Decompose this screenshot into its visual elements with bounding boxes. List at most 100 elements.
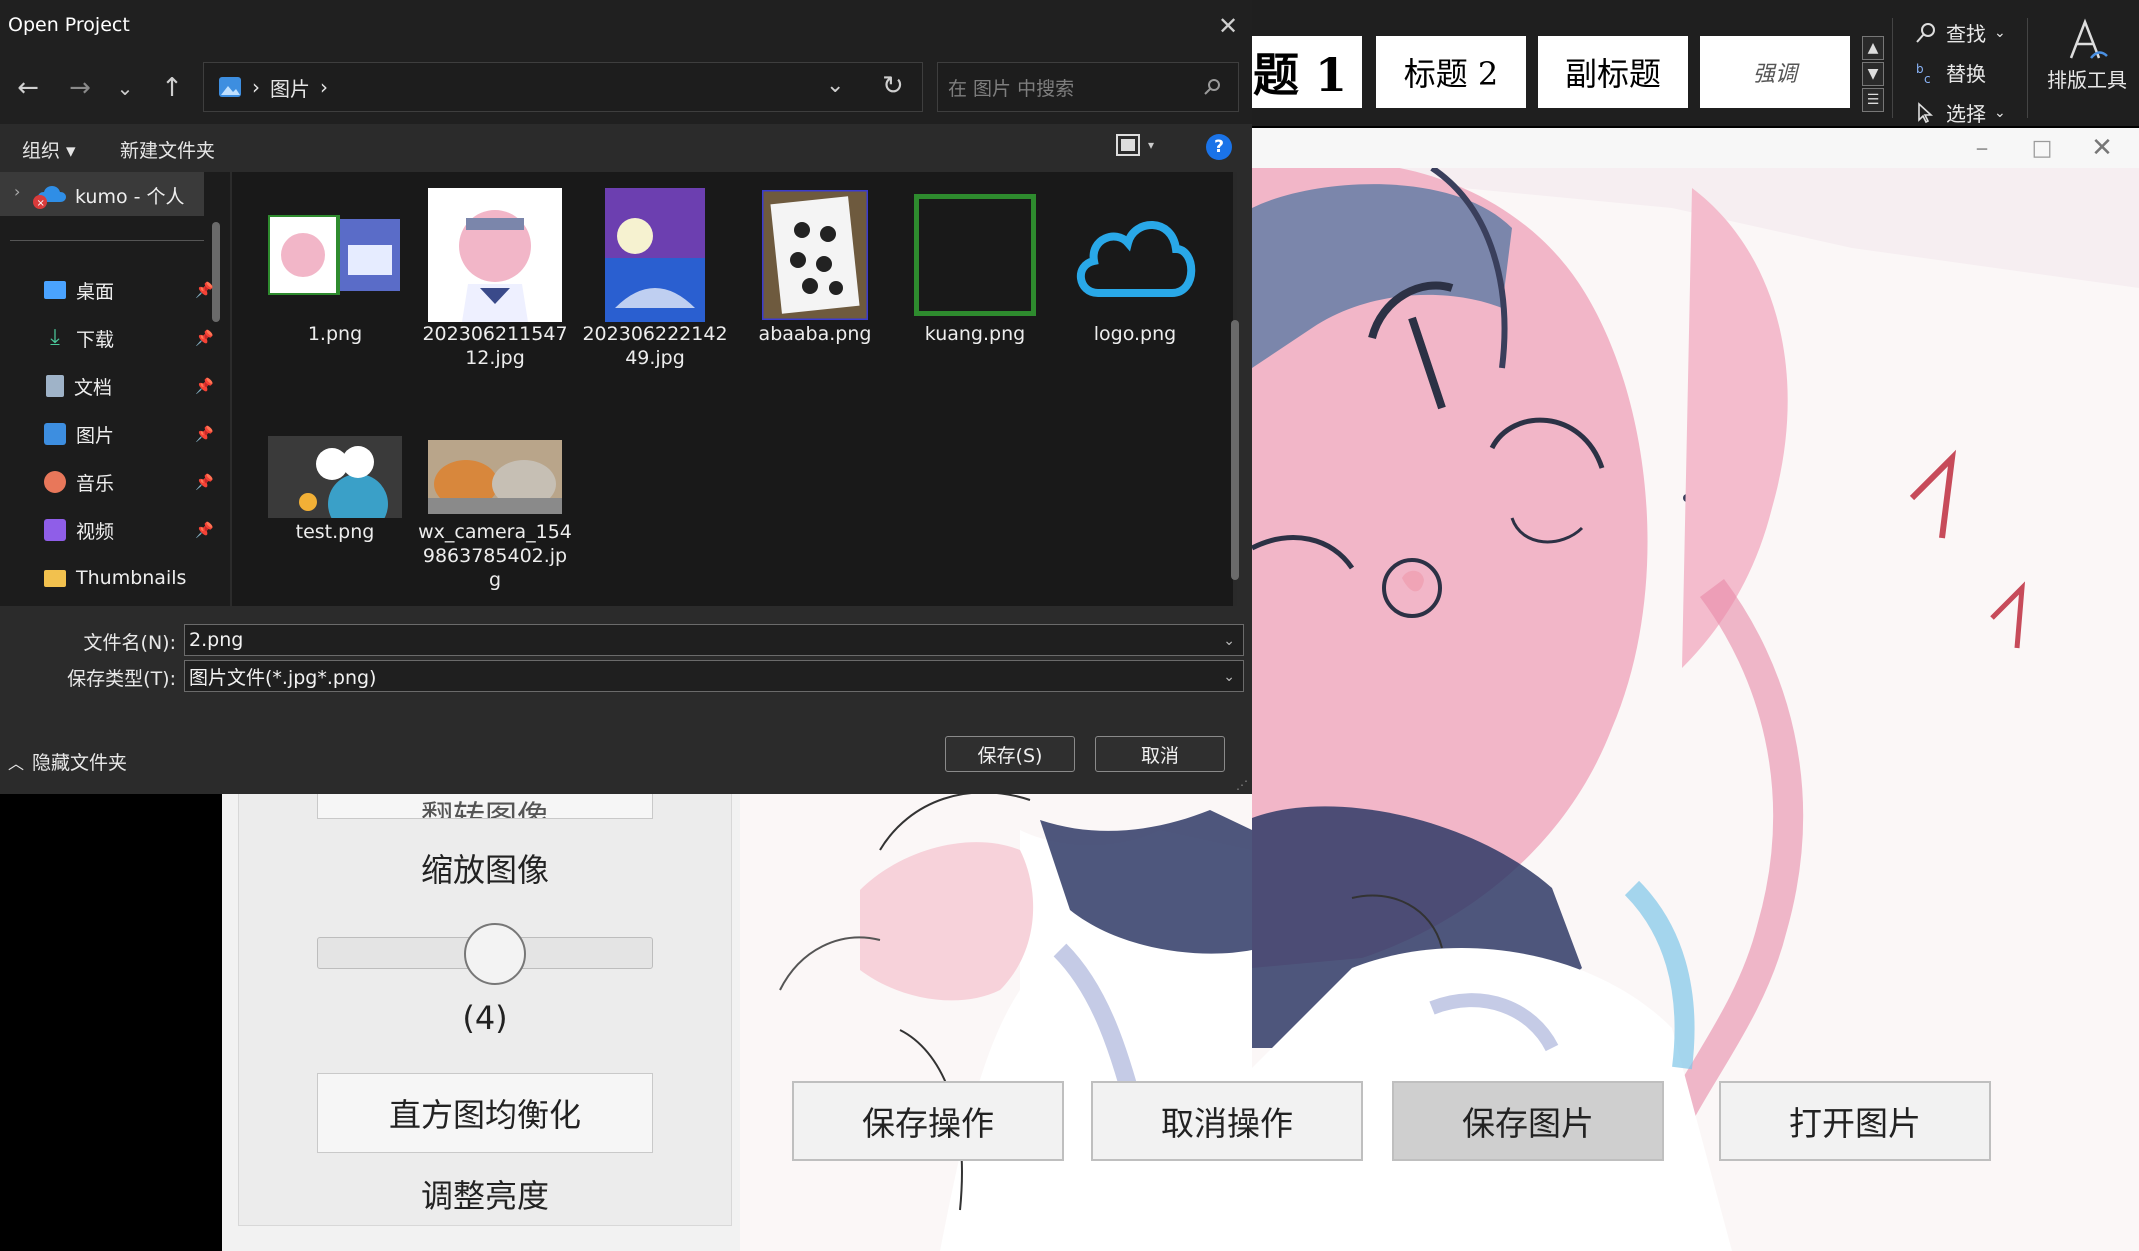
cancel-button-label: 取消 (1140, 744, 1179, 767)
file-thumbnail (1068, 188, 1202, 322)
style-emphasis-label: 强调 (1752, 62, 1797, 87)
pin-icon[interactable]: 📌 (195, 473, 214, 491)
sidebar-item-documents[interactable]: 文档 📌 (44, 366, 214, 406)
sidebar-item-music[interactable]: 音乐 📌 (44, 462, 214, 502)
styles-scroll-up[interactable]: ▲ (1862, 36, 1884, 60)
onedrive-label: kumo - 个人 (75, 186, 185, 208)
new-folder-button[interactable]: 新建文件夹 (120, 136, 215, 163)
desktop-icon (44, 281, 66, 299)
flip-image-label: 翻转图像 (420, 798, 549, 819)
address-dropdown-icon[interactable]: ⌄ (826, 73, 844, 98)
chevron-down-icon[interactable]: ⌄ (1223, 669, 1235, 685)
help-icon[interactable]: ? (1206, 134, 1232, 160)
breadcrumb-separator: › (252, 75, 260, 99)
search-box[interactable]: 在 图片 中搜索 (937, 62, 1239, 112)
histogram-equalization-button[interactable]: 直方图均衡化 (317, 1073, 653, 1153)
chevron-down-icon[interactable]: ⌄ (1223, 633, 1235, 649)
pin-icon[interactable]: 📌 (195, 329, 214, 347)
file-thumbnail (748, 188, 882, 322)
sidebar-item-videos[interactable]: 视频 📌 (44, 510, 214, 550)
find-label: 查找 (1946, 22, 1986, 46)
file-item[interactable]: logo.png (1060, 188, 1210, 346)
maximize-icon[interactable]: □ (2012, 128, 2072, 168)
save-button-label: 保存(S) (977, 744, 1043, 767)
resize-grip-icon[interactable]: ⋰ (1236, 778, 1248, 792)
onedrive-icon: × (33, 186, 66, 209)
pin-icon[interactable]: 📌 (195, 521, 214, 539)
onedrive-item[interactable]: › × kumo - 个人 (0, 172, 204, 216)
file-item[interactable]: 202306211547 12.jpg (420, 188, 570, 370)
styles-more[interactable]: ☰ (1862, 88, 1884, 112)
style-heading2-label: 标题 2 (1403, 55, 1499, 93)
open-image-button[interactable]: 打开图片 (1719, 1081, 1991, 1161)
pin-icon[interactable]: 📌 (195, 425, 214, 443)
save-image-button[interactable]: 保存图片 (1392, 1081, 1664, 1161)
refresh-icon[interactable]: ↻ (882, 71, 904, 101)
up-icon[interactable]: ↑ (152, 68, 192, 108)
file-item[interactable]: test.png (260, 434, 410, 544)
sidebar-item-downloads[interactable]: ⤓ 下载 📌 (44, 318, 214, 358)
style-heading2[interactable]: 标题 2 (1376, 36, 1526, 108)
back-icon[interactable]: ← (8, 68, 48, 108)
view-options-button[interactable]: ▾ (1116, 134, 1154, 156)
organize-menu[interactable]: 组织 ▾ (22, 136, 76, 163)
svg-text:b: b (1916, 62, 1924, 76)
sidebar-item-label: 下载 (76, 328, 115, 351)
file-item[interactable]: 202306222142 49.jpg (580, 188, 730, 370)
hide-folders-label: 隐藏文件夹 (32, 752, 128, 774)
typesetting-label: 排版工具 (2047, 68, 2127, 92)
sidebar-item-label: Thumbnails (76, 567, 187, 589)
typesetting-tools-button[interactable]: 排版工具 (2042, 18, 2132, 118)
file-item[interactable]: 1.png (260, 188, 410, 346)
style-heading1[interactable]: 标题 1 (1207, 36, 1362, 108)
file-item[interactable]: abaaba.png (740, 188, 890, 346)
filetype-select[interactable]: 图片文件(*.jpg*.png) ⌄ (184, 660, 1244, 692)
file-thumbnail (908, 188, 1042, 322)
file-name-line: 49.jpg (625, 347, 685, 369)
file-item[interactable]: kuang.png (900, 188, 1050, 346)
close-icon[interactable]: ✕ (2072, 128, 2132, 168)
styles-scroll-down[interactable]: ▼ (1862, 62, 1884, 86)
filetype-label: 保存类型(T): (67, 668, 176, 690)
pin-icon[interactable]: 📌 (195, 281, 214, 299)
cancel-button[interactable]: 取消 (1095, 736, 1225, 772)
hide-folders-toggle[interactable]: ︿ 隐藏文件夹 (8, 748, 127, 775)
sidebar-item-thumbnails[interactable]: Thumbnails (44, 558, 214, 598)
address-bar[interactable]: › 图片 › ⌄ ↻ (203, 62, 923, 112)
style-emphasis[interactable]: 强调 (1700, 36, 1850, 108)
file-thumbnail (428, 188, 562, 322)
dialog-close-icon[interactable]: ✕ (1210, 8, 1246, 44)
file-name: abaaba.png (758, 323, 872, 345)
filename-input[interactable]: 2.png ⌄ (184, 624, 1244, 656)
zoom-value: (4) (462, 999, 508, 1037)
save-button[interactable]: 保存(S) (945, 736, 1075, 772)
open-project-dialog: Open Project ✕ ← → ⌄ ↑ › 图片 › ⌄ ↻ 在 图片 中… (0, 0, 1252, 794)
pin-icon[interactable]: 📌 (195, 377, 214, 395)
sidebar-item-pictures[interactable]: 图片 📌 (44, 414, 214, 454)
select-button[interactable]: 选择 ⌄ (1914, 98, 2006, 127)
file-list-scrollbar[interactable] (1231, 320, 1239, 580)
brightness-label: 调整亮度 (420, 1177, 549, 1215)
dialog-title: Open Project (8, 14, 130, 36)
video-icon (44, 519, 66, 541)
svg-text:c: c (1924, 72, 1931, 85)
sidebar-item-desktop[interactable]: 桌面 📌 (44, 270, 214, 310)
open-image-label: 打开图片 (1789, 1104, 1921, 1143)
editor-titlebar: – □ ✕ (1252, 128, 2139, 168)
zoom-slider-handle[interactable] (464, 923, 527, 985)
find-button[interactable]: 查找 ⌄ (1914, 18, 2006, 47)
save-operation-button[interactable]: 保存操作 (792, 1081, 1064, 1161)
breadcrumb-pictures[interactable]: 图片 (270, 73, 310, 102)
style-subtitle[interactable]: 副标题 (1538, 36, 1688, 108)
sidebar-item-label: 音乐 (76, 472, 115, 495)
search-icon (1204, 79, 1220, 95)
minimize-icon[interactable]: – (1952, 128, 2012, 168)
file-item[interactable]: wx_camera_154 9863785402.jp g (418, 434, 572, 592)
file-name-line: 9863785402.jp (422, 545, 568, 567)
forward-icon[interactable]: → (60, 68, 100, 108)
recent-locations-icon[interactable]: ⌄ (108, 68, 142, 108)
replace-button[interactable]: bc 替换 (1914, 58, 1986, 87)
cancel-operation-button[interactable]: 取消操作 (1091, 1081, 1363, 1161)
displayed-image (1252, 168, 2139, 1251)
folder-icon (44, 569, 66, 587)
